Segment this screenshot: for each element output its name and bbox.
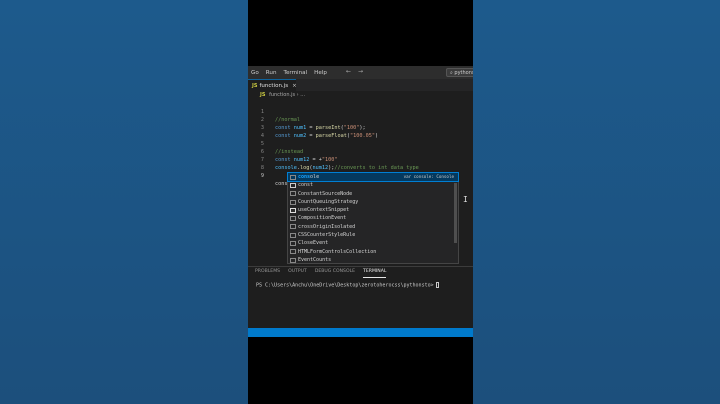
suggestion-item[interactable]: useContextSnippet	[288, 206, 458, 214]
tab-debug-console[interactable]: DEBUG CONSOLE	[315, 267, 355, 277]
suggestion-item[interactable]: EventCounts	[288, 256, 458, 264]
tab-function-js[interactable]: JS function.js ×	[248, 79, 297, 91]
breadcrumb-separator: ›	[296, 92, 299, 98]
snippet-icon	[290, 207, 296, 213]
variable-icon	[290, 241, 296, 247]
menu-terminal[interactable]: Terminal	[281, 70, 312, 76]
variable-icon	[290, 249, 296, 255]
terminal-prompt: PS C:\Users\Anchu\OneDrive\Desktop\zerot…	[256, 282, 434, 289]
editor-tab-bar: JS function.js ×	[248, 79, 473, 91]
tab-label: function.js	[259, 82, 289, 89]
suggestion-item[interactable]: Co mpositionEvent	[288, 214, 458, 222]
variable-icon	[290, 174, 296, 180]
suggestion-item-selected[interactable]: cons ole var console: Console	[287, 171, 459, 183]
line-number: 9	[260, 173, 264, 179]
search-icon: ⌕	[450, 70, 453, 76]
breadcrumb-more[interactable]: ...	[300, 92, 305, 98]
menu-run[interactable]: Run	[263, 70, 281, 76]
code-line: 6 const num12 = +"100"	[248, 140, 338, 163]
nav-arrows: ← →	[346, 68, 368, 75]
code-line: 7 console.log(num12);//converts to int d…	[248, 148, 419, 171]
code-text: console.log(num12);//converts to int dat…	[275, 165, 419, 171]
menu-go[interactable]: Go	[248, 70, 263, 76]
search-text: pythonsto	[454, 70, 473, 76]
keyword-icon	[290, 182, 296, 188]
code-line: 8	[248, 156, 267, 171]
code-line: 2 const num1 = parseInt("100");	[248, 108, 366, 131]
variable-icon	[290, 191, 296, 197]
variable-icon	[290, 199, 296, 205]
variable-icon	[290, 257, 296, 263]
suggestion-item[interactable]: Coun tQueuingStrategy	[288, 198, 458, 206]
panel-tabs: PROBLEMS OUTPUT DEBUG CONSOLE TERMINAL	[248, 267, 473, 278]
code-line: 1 //normal	[248, 100, 300, 123]
code-text: const num1 = parseInt("100");	[275, 125, 366, 131]
terminal-cursor	[435, 282, 439, 288]
terminal[interactable]: PS C:\Users\Anchu\OneDrive\Desktop\zerot…	[248, 277, 473, 289]
suggestion-detail: var console: Console	[403, 174, 454, 179]
menu-bar: Go Run Terminal Help ← → ⌕ pythonsto	[248, 66, 473, 79]
video-letterbox-bottom	[248, 337, 473, 404]
mouse-ibeam-icon: I	[463, 195, 468, 204]
bottom-panel: PROBLEMS OUTPUT DEBUG CONSOLE TERMINAL P…	[248, 266, 473, 329]
code-text: const num2 = parseFloat("100.05")	[275, 133, 379, 139]
suggestion-item[interactable]: HTMLFormControlsCollection	[288, 248, 458, 256]
suggestion-item[interactable]: Cons tantSourceNode	[288, 190, 458, 198]
suggestion-item[interactable]: cons t	[288, 181, 458, 189]
code-line: 4	[248, 124, 267, 139]
code-line: 3 const num2 = parseFloat("100.05")	[248, 116, 378, 139]
background-left	[0, 0, 248, 404]
code-editor[interactable]: 1 //normal 2 const num1 = parseInt("100"…	[248, 100, 473, 264]
suggestion-item[interactable]: cro ssOriginIsolated	[288, 223, 458, 231]
vscode-window: Go Run Terminal Help ← → ⌕ pythonsto JS …	[248, 66, 473, 337]
code-comment: //normal	[275, 117, 300, 123]
forward-arrow-icon[interactable]: →	[358, 68, 363, 75]
tab-terminal[interactable]: TERMINAL	[363, 267, 387, 278]
status-bar	[248, 328, 473, 337]
autocomplete-suggest-widget[interactable]: cons ole var console: Console cons t Cons t…	[287, 171, 459, 264]
code-line-active: 9 cons	[248, 164, 289, 187]
code-comment: //instead	[275, 149, 304, 155]
back-arrow-icon[interactable]: ←	[346, 68, 351, 75]
tab-output[interactable]: OUTPUT	[288, 267, 307, 277]
breadcrumb-file[interactable]: function.js	[269, 92, 295, 98]
command-center-search[interactable]: ⌕ pythonsto	[446, 68, 473, 77]
close-tab-icon[interactable]: ×	[292, 83, 297, 89]
menu-help[interactable]: Help	[311, 70, 331, 76]
suggestion-item[interactable]: CS SCounterStyleRule	[288, 231, 458, 239]
breadcrumb: JS function.js › ...	[248, 91, 473, 100]
video-letterbox-top	[248, 0, 473, 66]
suggestion-item[interactable]: Clo seEvent	[288, 239, 458, 247]
tab-problems[interactable]: PROBLEMS	[255, 267, 280, 277]
variable-icon	[290, 216, 296, 222]
variable-icon	[290, 232, 296, 238]
javascript-file-icon: JS	[260, 92, 266, 98]
javascript-file-icon: JS	[252, 82, 258, 89]
background-right	[473, 0, 720, 404]
code-line: 5 //instead	[248, 132, 303, 155]
variable-icon	[290, 224, 296, 230]
code-text: const num12 = +"100"	[275, 157, 338, 163]
suggest-scrollbar[interactable]	[454, 183, 457, 243]
